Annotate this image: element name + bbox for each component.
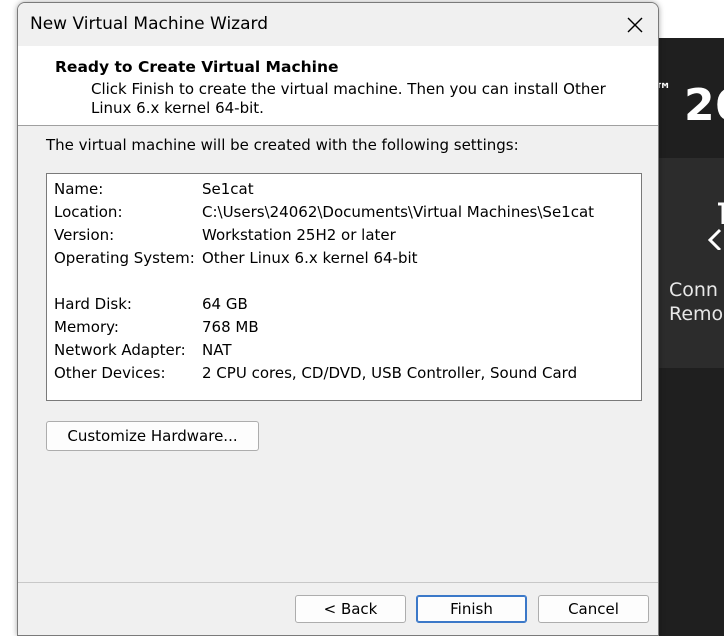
footer-divider xyxy=(18,582,658,583)
wizard-step-title: Ready to Create Virtual Machine xyxy=(55,58,339,76)
background-version-number: 26 xyxy=(684,80,724,131)
connect-remote-label: Conn Remo xyxy=(669,278,723,326)
setting-label: Hard Disk: xyxy=(54,295,132,313)
wizard-header: Ready to Create Virtual Machine Click Fi… xyxy=(18,46,658,126)
setting-label: Name: xyxy=(54,180,104,198)
connect-remote-icon xyxy=(707,202,724,250)
setting-value: 2 CPU cores, CD/DVD, USB Controller, Sou… xyxy=(202,364,578,382)
setting-label: Network Adapter: xyxy=(54,341,186,359)
setting-label: Version: xyxy=(54,226,115,244)
setting-value: C:\Users\24062\Documents\Virtual Machine… xyxy=(202,203,595,221)
connect-remote-card[interactable]: Conn Remo xyxy=(658,158,724,368)
settings-intro-text: The virtual machine will be created with… xyxy=(46,136,519,154)
setting-label: Other Devices: xyxy=(54,364,166,382)
setting-label: Memory: xyxy=(54,318,119,336)
setting-value: Other Linux 6.x kernel 64-bit xyxy=(202,249,418,267)
connect-label-line1: Conn xyxy=(669,279,718,301)
back-button[interactable]: < Back xyxy=(295,595,406,623)
cancel-button[interactable]: Cancel xyxy=(538,595,649,623)
connect-label-line2: Remo xyxy=(669,303,724,325)
new-vm-wizard-dialog: New Virtual Machine Wizard Ready to Crea… xyxy=(17,2,659,636)
title-bar[interactable]: New Virtual Machine Wizard xyxy=(18,3,658,46)
window-title: New Virtual Machine Wizard xyxy=(30,14,268,34)
setting-value: NAT xyxy=(202,341,232,359)
close-icon xyxy=(627,17,643,32)
setting-value: Workstation 25H2 or later xyxy=(202,226,396,244)
finish-button[interactable]: Finish xyxy=(416,595,527,623)
setting-value: 64 GB xyxy=(202,295,248,313)
settings-summary-box[interactable]: Name: Se1cat Location: C:\Users\24062\Do… xyxy=(46,173,642,401)
close-button[interactable] xyxy=(612,3,658,46)
wizard-step-description: Click Finish to create the virtual machi… xyxy=(91,80,606,117)
setting-value: Se1cat xyxy=(202,180,254,198)
customize-hardware-button[interactable]: Customize Hardware... xyxy=(46,421,259,451)
setting-label: Location: xyxy=(54,203,123,221)
setting-label: Operating System: xyxy=(54,249,195,267)
setting-value: 768 MB xyxy=(202,318,259,336)
